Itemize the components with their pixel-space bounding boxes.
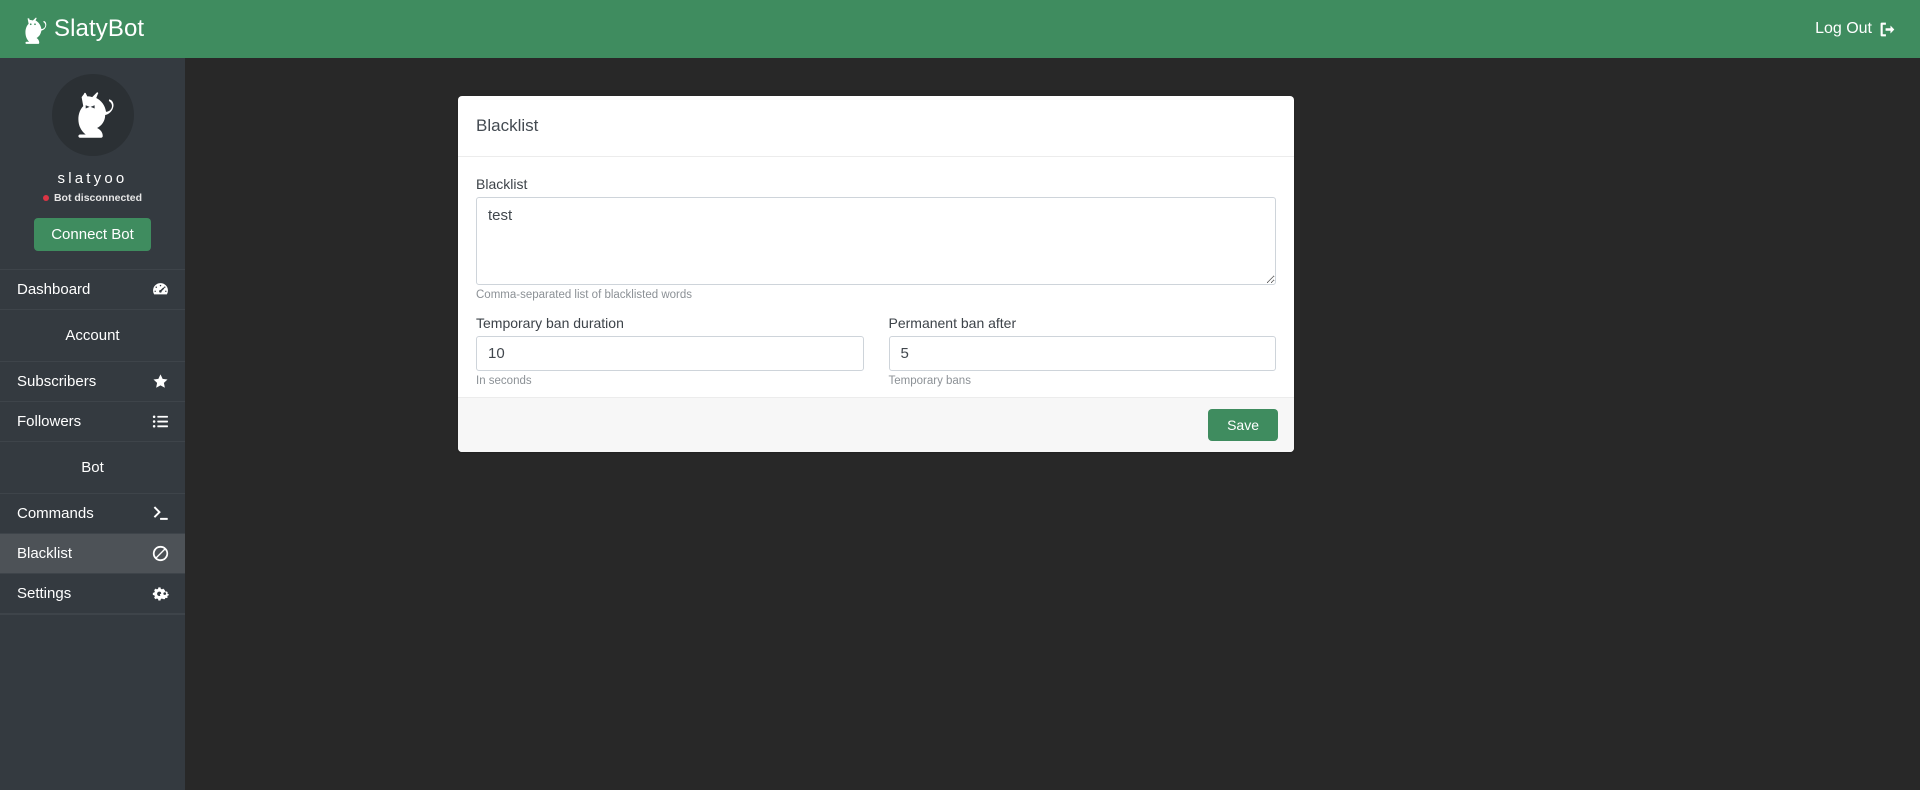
sidebar-item-label: Settings [17, 585, 72, 602]
top-navbar: SlatyBot Log Out [0, 0, 1920, 58]
sign-out-icon [1879, 21, 1896, 38]
save-button[interactable]: Save [1208, 409, 1278, 441]
ban-settings-row: Temporary ban duration In seconds Perman… [476, 315, 1276, 387]
blacklist-field-group: Blacklist Comma-separated list of blackl… [476, 176, 1276, 301]
temp-ban-field-group: Temporary ban duration In seconds [476, 315, 864, 387]
tachometer-icon [152, 281, 169, 298]
temp-ban-help: In seconds [476, 375, 532, 387]
cat-logo-icon [18, 12, 52, 46]
sidebar-item-blacklist[interactable]: Blacklist [0, 534, 185, 574]
sidebar-item-label: Subscribers [17, 373, 97, 390]
star-icon [152, 373, 169, 390]
connect-bot-button[interactable]: Connect Bot [34, 218, 151, 251]
logout-button[interactable]: Log Out [1815, 20, 1896, 38]
perm-ban-label: Permanent ban after [888, 315, 1017, 331]
sidebar-section-bot: Bot [0, 442, 185, 494]
perm-ban-input[interactable] [888, 336, 1276, 371]
sidebar-item-settings[interactable]: Settings [0, 574, 185, 614]
temp-ban-input[interactable] [476, 336, 864, 371]
status-dot-icon [42, 195, 49, 201]
page-layout: slatyoo Bot disconnected Connect Bot Das… [0, 58, 1920, 790]
bot-status-label: Bot disconnected [53, 192, 143, 204]
sidebar-item-label: Blacklist [17, 545, 73, 562]
logout-label: Log Out [1815, 20, 1872, 37]
card-body: Blacklist Comma-separated list of blackl… [458, 157, 1294, 397]
temp-ban-label: Temporary ban duration [476, 315, 624, 331]
sidebar-divider-bottom [0, 614, 185, 615]
sidebar-item-subscribers[interactable]: Subscribers [0, 362, 185, 402]
avatar [51, 74, 134, 156]
bot-status: Bot disconnected [0, 192, 185, 204]
cogs-icon [152, 585, 169, 602]
sidebar-section-label: Bot [81, 459, 104, 476]
terminal-icon [152, 505, 169, 522]
blacklist-card: Blacklist Blacklist Comma-separated list… [458, 96, 1294, 452]
sidebar-section-label: Account [65, 327, 120, 344]
profile-block: slatyoo Bot disconnected Connect Bot [0, 58, 185, 269]
sidebar-item-label: Dashboard [17, 281, 91, 298]
sidebar-item-label: Followers [17, 413, 82, 430]
perm-ban-help: Temporary bans [888, 375, 971, 387]
sidebar: slatyoo Bot disconnected Connect Bot Das… [0, 58, 185, 790]
perm-ban-field-group: Permanent ban after Temporary bans [888, 315, 1276, 387]
username: slatyoo [57, 170, 128, 187]
sidebar-section-account: Account [0, 310, 185, 362]
list-icon [152, 413, 169, 430]
sidebar-item-label: Commands [17, 505, 94, 522]
main-content: Blacklist Blacklist Comma-separated list… [185, 58, 1920, 790]
ban-icon [152, 545, 169, 562]
sidebar-item-followers[interactable]: Followers [0, 402, 185, 442]
sidebar-item-commands[interactable]: Commands [0, 494, 185, 534]
brand-link[interactable]: SlatyBot [18, 12, 144, 46]
blacklist-help: Comma-separated list of blacklisted word… [476, 289, 693, 301]
page-title: Blacklist [476, 116, 539, 135]
cat-avatar-icon [67, 89, 119, 141]
blacklist-input[interactable] [476, 197, 1276, 285]
sidebar-item-dashboard[interactable]: Dashboard [0, 270, 185, 310]
blacklist-label: Blacklist [476, 176, 528, 192]
brand-name: SlatyBot [54, 15, 145, 42]
connect-bot-wrap: Connect Bot [0, 218, 185, 269]
card-header: Blacklist [458, 96, 1294, 157]
card-footer: Save [458, 397, 1294, 452]
